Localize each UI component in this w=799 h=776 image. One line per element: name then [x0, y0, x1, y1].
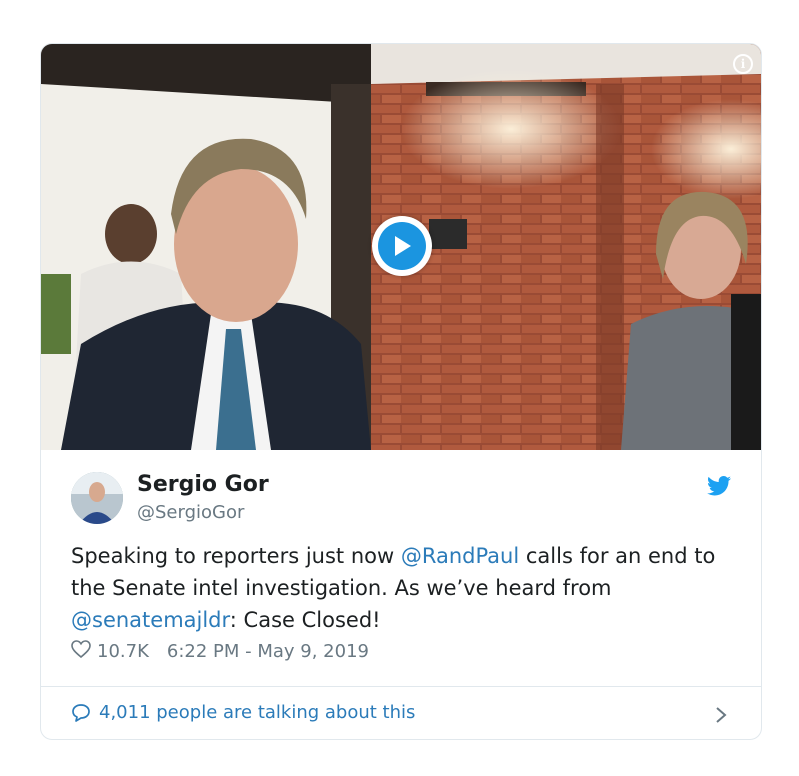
tweet-timestamp[interactable]: 6:22 PM - May 9, 2019: [167, 641, 369, 662]
tweet-text-part: : Case Closed!: [229, 608, 381, 632]
conversation-link[interactable]: 4,011 people are talking about this: [71, 702, 415, 723]
like-count[interactable]: 10.7K: [97, 641, 149, 662]
embedded-tweet-card[interactable]: i Sergio Gor @SergioGor Speaking to repo…: [40, 43, 762, 740]
play-button[interactable]: [372, 216, 432, 276]
divider: [41, 686, 761, 687]
twitter-bird-icon[interactable]: [707, 476, 731, 500]
mention-senatemajldr-link[interactable]: @senatemajldr: [71, 608, 230, 632]
chevron-right-icon[interactable]: [715, 706, 727, 728]
tweet-text-part: Speaking to reporters just now: [71, 544, 401, 568]
info-icon[interactable]: i: [733, 54, 753, 74]
video-thumbnail[interactable]: i: [41, 44, 761, 450]
play-icon: [378, 222, 426, 270]
tweet-meta: 10.7K 6:22 PM - May 9, 2019: [71, 640, 369, 663]
heart-icon[interactable]: [71, 640, 91, 663]
author-name[interactable]: Sergio Gor: [137, 472, 269, 497]
speech-bubble-icon: [72, 703, 90, 722]
avatar[interactable]: [71, 472, 123, 524]
conversation-text[interactable]: 4,011 people are talking about this: [99, 702, 415, 723]
author-handle[interactable]: @SergioGor: [137, 502, 244, 523]
tweet-text: Speaking to reporters just now @RandPaul…: [71, 540, 731, 636]
mention-randpaul-link[interactable]: @RandPaul: [401, 544, 519, 568]
